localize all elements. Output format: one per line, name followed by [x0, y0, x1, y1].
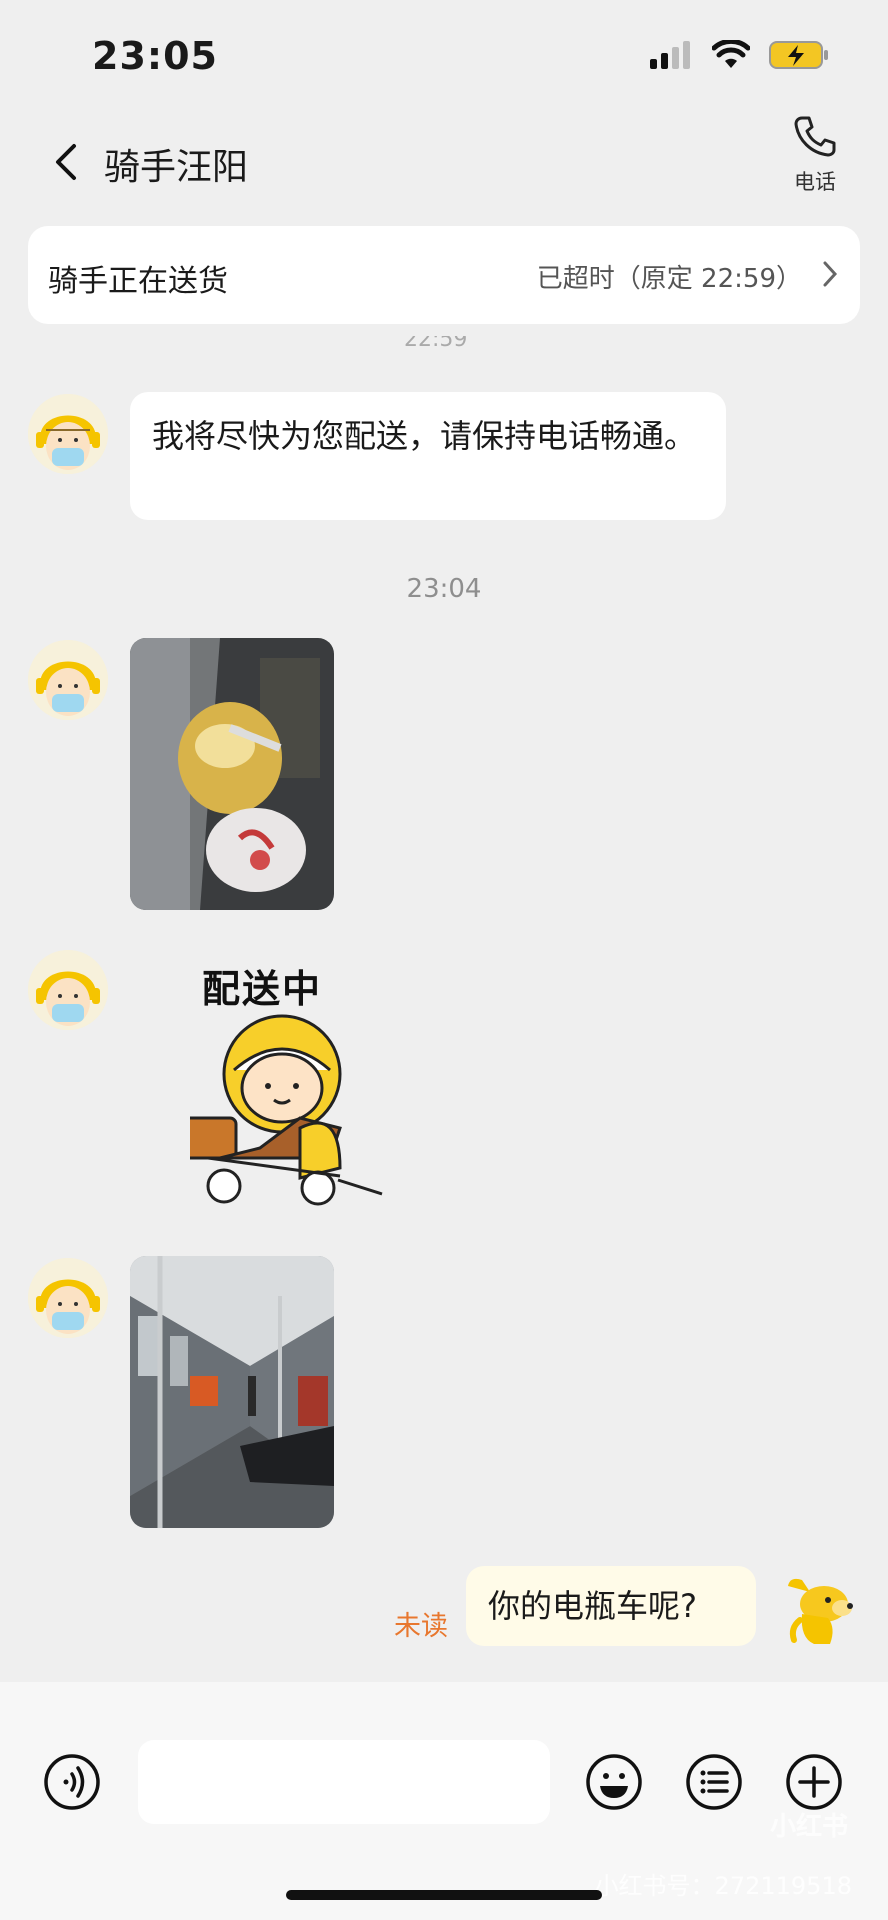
battery-charging-icon [769, 41, 828, 69]
status-icons [648, 40, 830, 70]
rider-avatar-icon [28, 394, 108, 474]
rider-avatar-icon [28, 1258, 108, 1338]
my-message-bubble[interactable]: 你的电瓶车呢? [466, 1566, 756, 1646]
chevron-right-icon [823, 261, 838, 287]
status-time: 23:05 [92, 34, 218, 78]
signal-icon [650, 41, 690, 69]
phone-icon [794, 116, 836, 157]
rider-avatar[interactable] [28, 950, 108, 1030]
subway-car-image [130, 1256, 334, 1528]
list-icon [686, 1754, 742, 1810]
call-label: 电话 [794, 170, 836, 194]
chevron-left-icon [56, 144, 76, 180]
rider-avatar[interactable] [28, 1258, 108, 1338]
unread-label: 未读 [394, 1611, 448, 1642]
delivering-sticker[interactable]: 配送中 [190, 958, 410, 1218]
rider-avatar[interactable] [28, 394, 108, 474]
wifi-icon [712, 40, 750, 68]
plus-icon [786, 1754, 842, 1810]
quick-reply-button[interactable] [684, 1752, 744, 1816]
food-bag-photo[interactable] [130, 638, 334, 910]
delivery-status-banner[interactable]: 骑手正在送货 已超时（原定 22:59） [28, 226, 860, 324]
my-avatar[interactable] [780, 1570, 860, 1650]
food-bag-image [130, 638, 334, 910]
call-button[interactable]: 电话 [780, 114, 850, 196]
page-title: 骑手汪阳 [104, 147, 249, 188]
message-input[interactable] [138, 1740, 550, 1824]
rider-avatar[interactable] [28, 640, 108, 720]
voice-icon [44, 1754, 100, 1810]
time-divider: 23:04 [406, 574, 482, 604]
partial-timestamp: 22:59 [404, 336, 468, 350]
watermark-id: 小红书号：272119518 [594, 1872, 852, 1900]
status-bar: 23:05 [0, 0, 888, 110]
subway-photo[interactable] [130, 1256, 334, 1528]
rider-avatar-icon [28, 640, 108, 720]
back-button[interactable] [42, 132, 90, 192]
watermark-logo: 小红书 [769, 1812, 848, 1842]
sticker-caption: 配送中 [202, 967, 323, 1011]
rider-message-text: 我将尽快为您配送，请保持电话畅通。 [152, 417, 697, 455]
emoji-icon [586, 1754, 642, 1810]
yellow-dog-avatar-icon [788, 1578, 853, 1644]
emoji-button[interactable] [584, 1752, 644, 1816]
rider-avatar-icon [28, 950, 108, 1030]
overdue-status: 已超时（原定 22:59） [536, 264, 802, 294]
my-message-text: 你的电瓶车呢? [488, 1587, 697, 1625]
delivery-status-text: 骑手正在送货 [48, 264, 228, 299]
rider-message-bubble[interactable]: 我将尽快为您配送，请保持电话畅通。 [130, 392, 726, 520]
home-indicator[interactable] [286, 1890, 602, 1900]
scooter-rider-icon [190, 1014, 383, 1206]
chat-header: 骑手汪阳 电话 [0, 110, 888, 220]
voice-button[interactable] [42, 1752, 102, 1816]
